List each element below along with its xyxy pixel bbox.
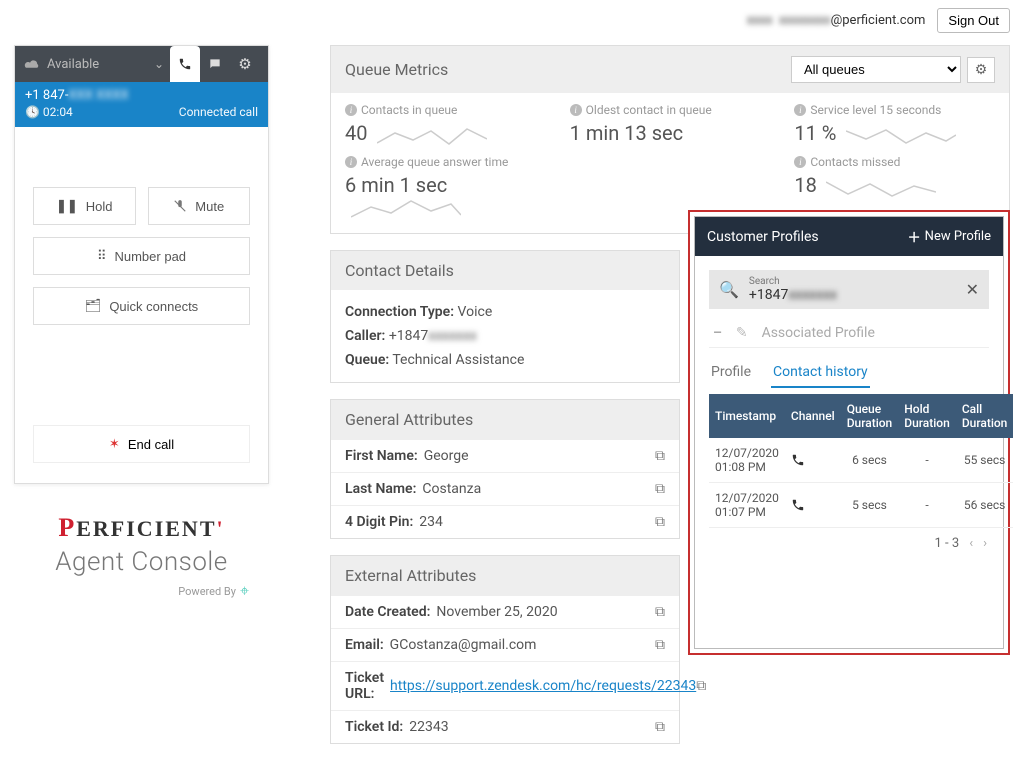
edit-icon[interactable]: ✎ — [736, 325, 748, 341]
chevron-down-icon[interactable]: ⌄ — [154, 57, 164, 71]
quick-connects-button[interactable]: 🗂Quick connects — [33, 287, 250, 325]
service-level: 11 % — [794, 121, 836, 145]
attr-row: Ticket Id:22343⧉ — [331, 710, 679, 743]
associated-profile-label: Associated Profile — [762, 325, 875, 341]
copy-icon[interactable]: ⧉ — [655, 637, 665, 653]
user-email: xxxx xxxxxxxx@perficient.com — [747, 13, 926, 28]
agent-status[interactable]: Available — [47, 57, 154, 72]
call-timer: 🕓 02:04 — [25, 105, 73, 119]
pager-prev[interactable]: ‹ — [969, 536, 973, 551]
oldest-contact: 1 min 13 sec — [570, 121, 683, 145]
copy-icon[interactable]: ⧉ — [655, 514, 665, 530]
copy-icon[interactable]: ⧉ — [655, 719, 665, 735]
cp-search[interactable]: 🔍 Search +1847xxxxxxx ✕ — [709, 270, 989, 309]
dialpad-icon: ⠿ — [97, 248, 107, 264]
hold-button[interactable]: ❚❚Hold — [33, 187, 136, 225]
phone-icon — [785, 483, 841, 528]
cp-title: Customer Profiles — [707, 229, 819, 245]
contact-history-table: TimestampChannelQueue DurationHold Durat… — [709, 394, 1013, 528]
panel-title: Queue Metrics — [345, 60, 448, 79]
customer-profiles-highlight: Customer Profiles ＋New Profile 🔍 Search … — [688, 210, 1010, 655]
metrics-settings-button[interactable]: ⚙ — [967, 57, 995, 83]
contacts-icon: 🗂 — [85, 298, 102, 314]
softphone-panel: Available ⌄ ⚙ +1 847-XXX XXXX 🕓 02:04 Co… — [14, 45, 269, 484]
numberpad-button[interactable]: ⠿Number pad — [33, 237, 250, 275]
copy-icon[interactable]: ⧉ — [655, 481, 665, 497]
copy-icon[interactable]: ⧉ — [696, 678, 706, 694]
attr-row: Ticket URL:https://support.zendesk.com/h… — [331, 661, 679, 710]
general-attributes-panel: General Attributes First Name:George⧉Las… — [330, 399, 680, 539]
copy-icon[interactable]: ⧉ — [655, 604, 665, 620]
search-icon: 🔍 — [719, 280, 739, 299]
chat-tab[interactable] — [200, 46, 230, 82]
contact-details-panel: Contact Details Connection Type: Voice C… — [330, 250, 680, 383]
queue-metrics-panel: Queue Metrics All queues ⚙ iContacts in … — [330, 45, 1010, 234]
external-attributes-panel: External Attributes Date Created:Novembe… — [330, 555, 680, 744]
info-icon: i — [345, 104, 357, 116]
attr-row: First Name:George⧉ — [331, 439, 679, 472]
caller-number: +1 847-XXX XXXX — [25, 88, 129, 103]
cloud-icon — [23, 57, 41, 71]
spiral-icon: ⌖ — [240, 581, 249, 601]
avg-answer-time: 6 min 1 sec — [345, 173, 447, 197]
queue-select[interactable]: All queues — [791, 56, 961, 83]
call-state: Connected call — [179, 105, 258, 119]
end-call-button[interactable]: ✶ End call — [33, 425, 250, 463]
phone-tab[interactable] — [170, 46, 200, 82]
attr-row: 4 Digit Pin:234⧉ — [331, 505, 679, 538]
customer-profiles-panel: Customer Profiles ＋New Profile 🔍 Search … — [694, 216, 1004, 649]
attr-row: Date Created:November 25, 2020⧉ — [331, 595, 679, 628]
table-row[interactable]: 12/07/2020 01:07 PM5 secs-56 secs — [709, 483, 1013, 528]
attr-row: Email:GCostanza@gmail.com⧉ — [331, 628, 679, 661]
attr-row: Last Name:Costanza⧉ — [331, 472, 679, 505]
settings-tab[interactable]: ⚙ — [230, 46, 260, 82]
contacts-in-queue: 40 — [345, 121, 367, 145]
hangup-icon: ✶ — [109, 436, 120, 452]
table-row[interactable]: 12/07/2020 01:08 PM6 secs-55 secs — [709, 438, 1013, 483]
copy-icon[interactable]: ⧉ — [655, 448, 665, 464]
pager-next[interactable]: › — [983, 536, 987, 551]
pager-range: 1 - 3 — [935, 536, 960, 551]
mute-button[interactable]: Mute — [148, 187, 251, 225]
sign-out-button[interactable]: Sign Out — [937, 8, 1010, 33]
tab-contact-history[interactable]: Contact history — [771, 358, 870, 388]
new-profile-button[interactable]: ＋New Profile — [908, 227, 991, 246]
tab-profile[interactable]: Profile — [709, 358, 753, 388]
phone-icon — [785, 438, 841, 483]
collapse-icon[interactable]: – — [713, 325, 722, 341]
contacts-missed: 18 — [794, 173, 816, 197]
clear-search-button[interactable]: ✕ — [966, 280, 979, 299]
brand-block: PERFICIENT' Agent Console Powered By⌖ — [14, 513, 269, 601]
